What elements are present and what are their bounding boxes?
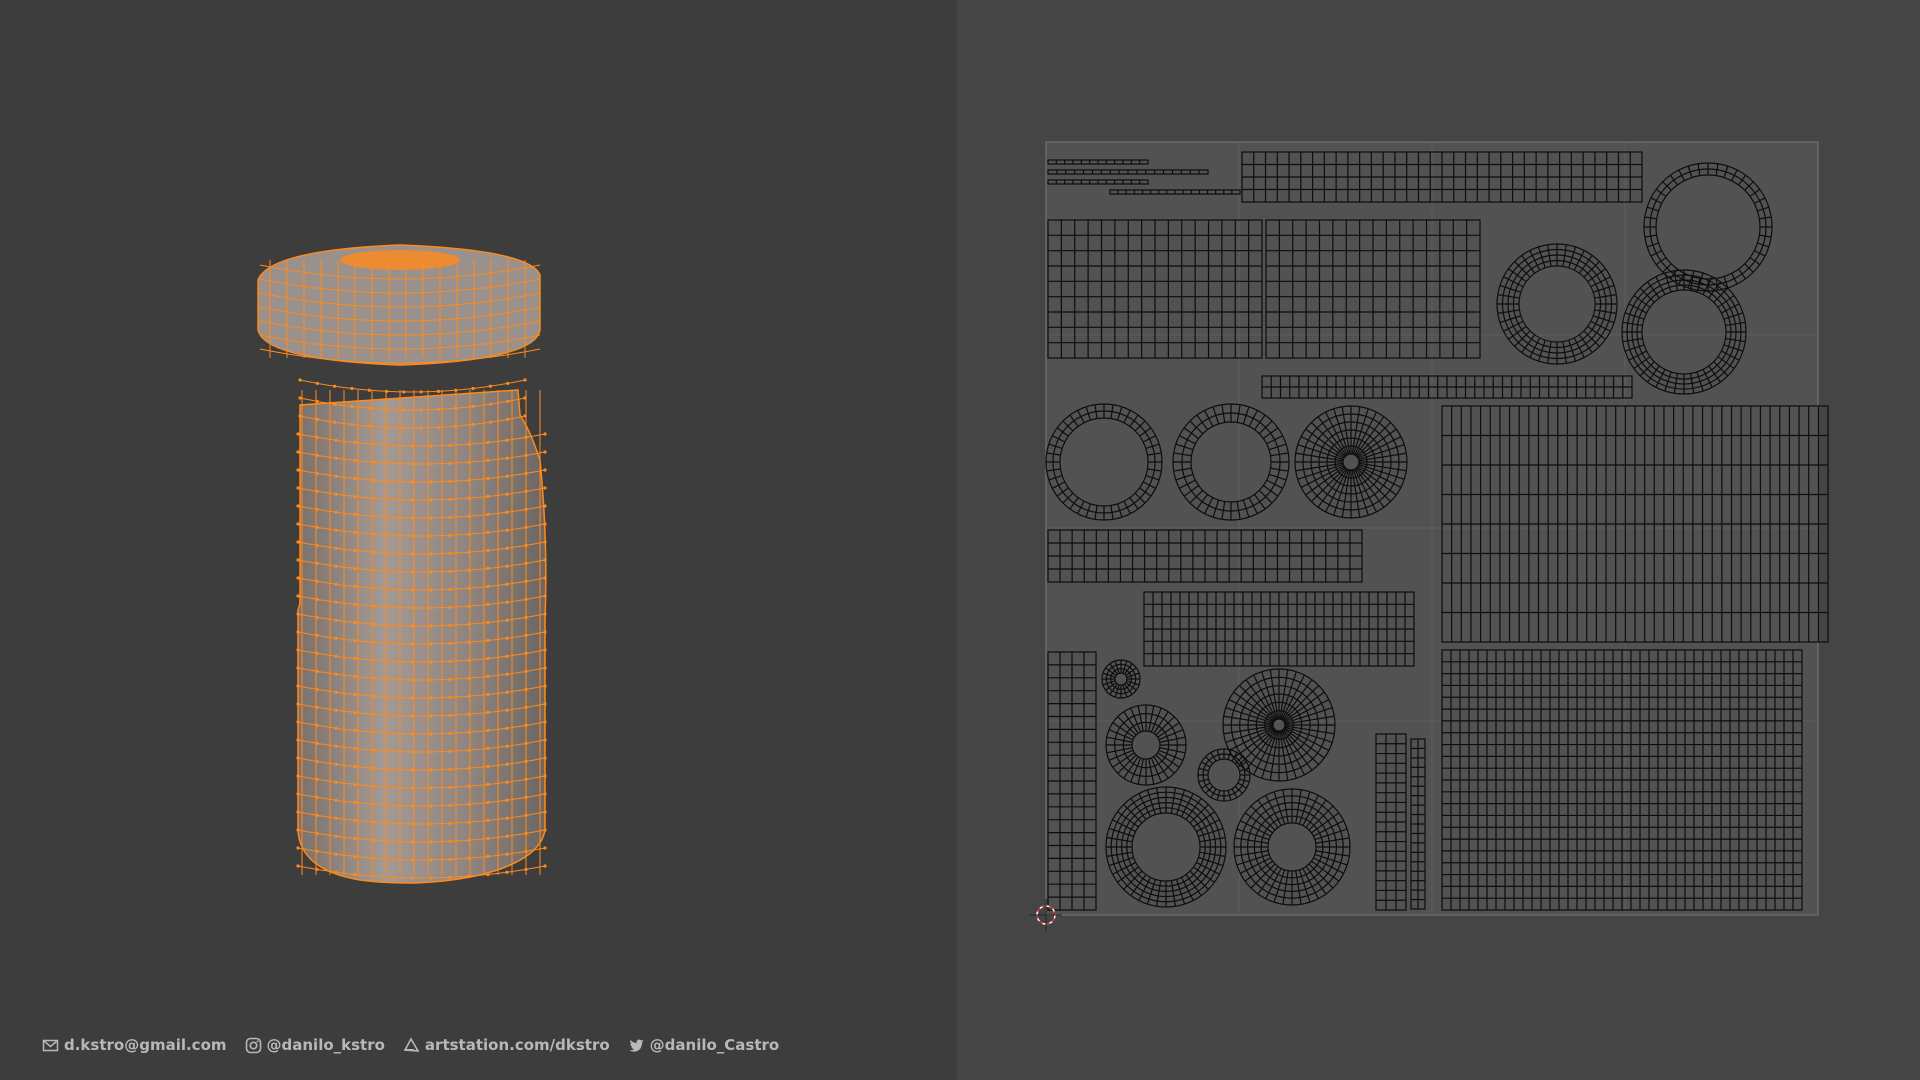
contact-email[interactable]: d.kstro@gmail.com [42, 1036, 227, 1054]
email-text: d.kstro@gmail.com [64, 1036, 227, 1054]
instagram-icon [245, 1037, 261, 1053]
twitter-text: @danilo_Castro [649, 1036, 780, 1054]
artstation-text: artstation.com/dkstro [424, 1036, 610, 1054]
contact-artstation[interactable]: artstation.com/dkstro [403, 1036, 610, 1054]
contact-twitter[interactable]: @danilo_Castro [628, 1036, 780, 1054]
twitter-icon [628, 1038, 644, 1052]
3d-viewport[interactable] [0, 0, 957, 1080]
artstation-icon [403, 1036, 420, 1052]
uv-layout[interactable] [1016, 132, 1836, 942]
contact-footer: d.kstro@gmail.com @danilo_kstro artstati… [42, 1033, 779, 1057]
cap-top [340, 250, 460, 270]
envelope-icon [42, 1039, 59, 1051]
instagram-text: @danilo_kstro [266, 1036, 385, 1054]
bottle-mesh[interactable] [240, 240, 620, 890]
contact-instagram[interactable]: @danilo_kstro [245, 1036, 385, 1054]
